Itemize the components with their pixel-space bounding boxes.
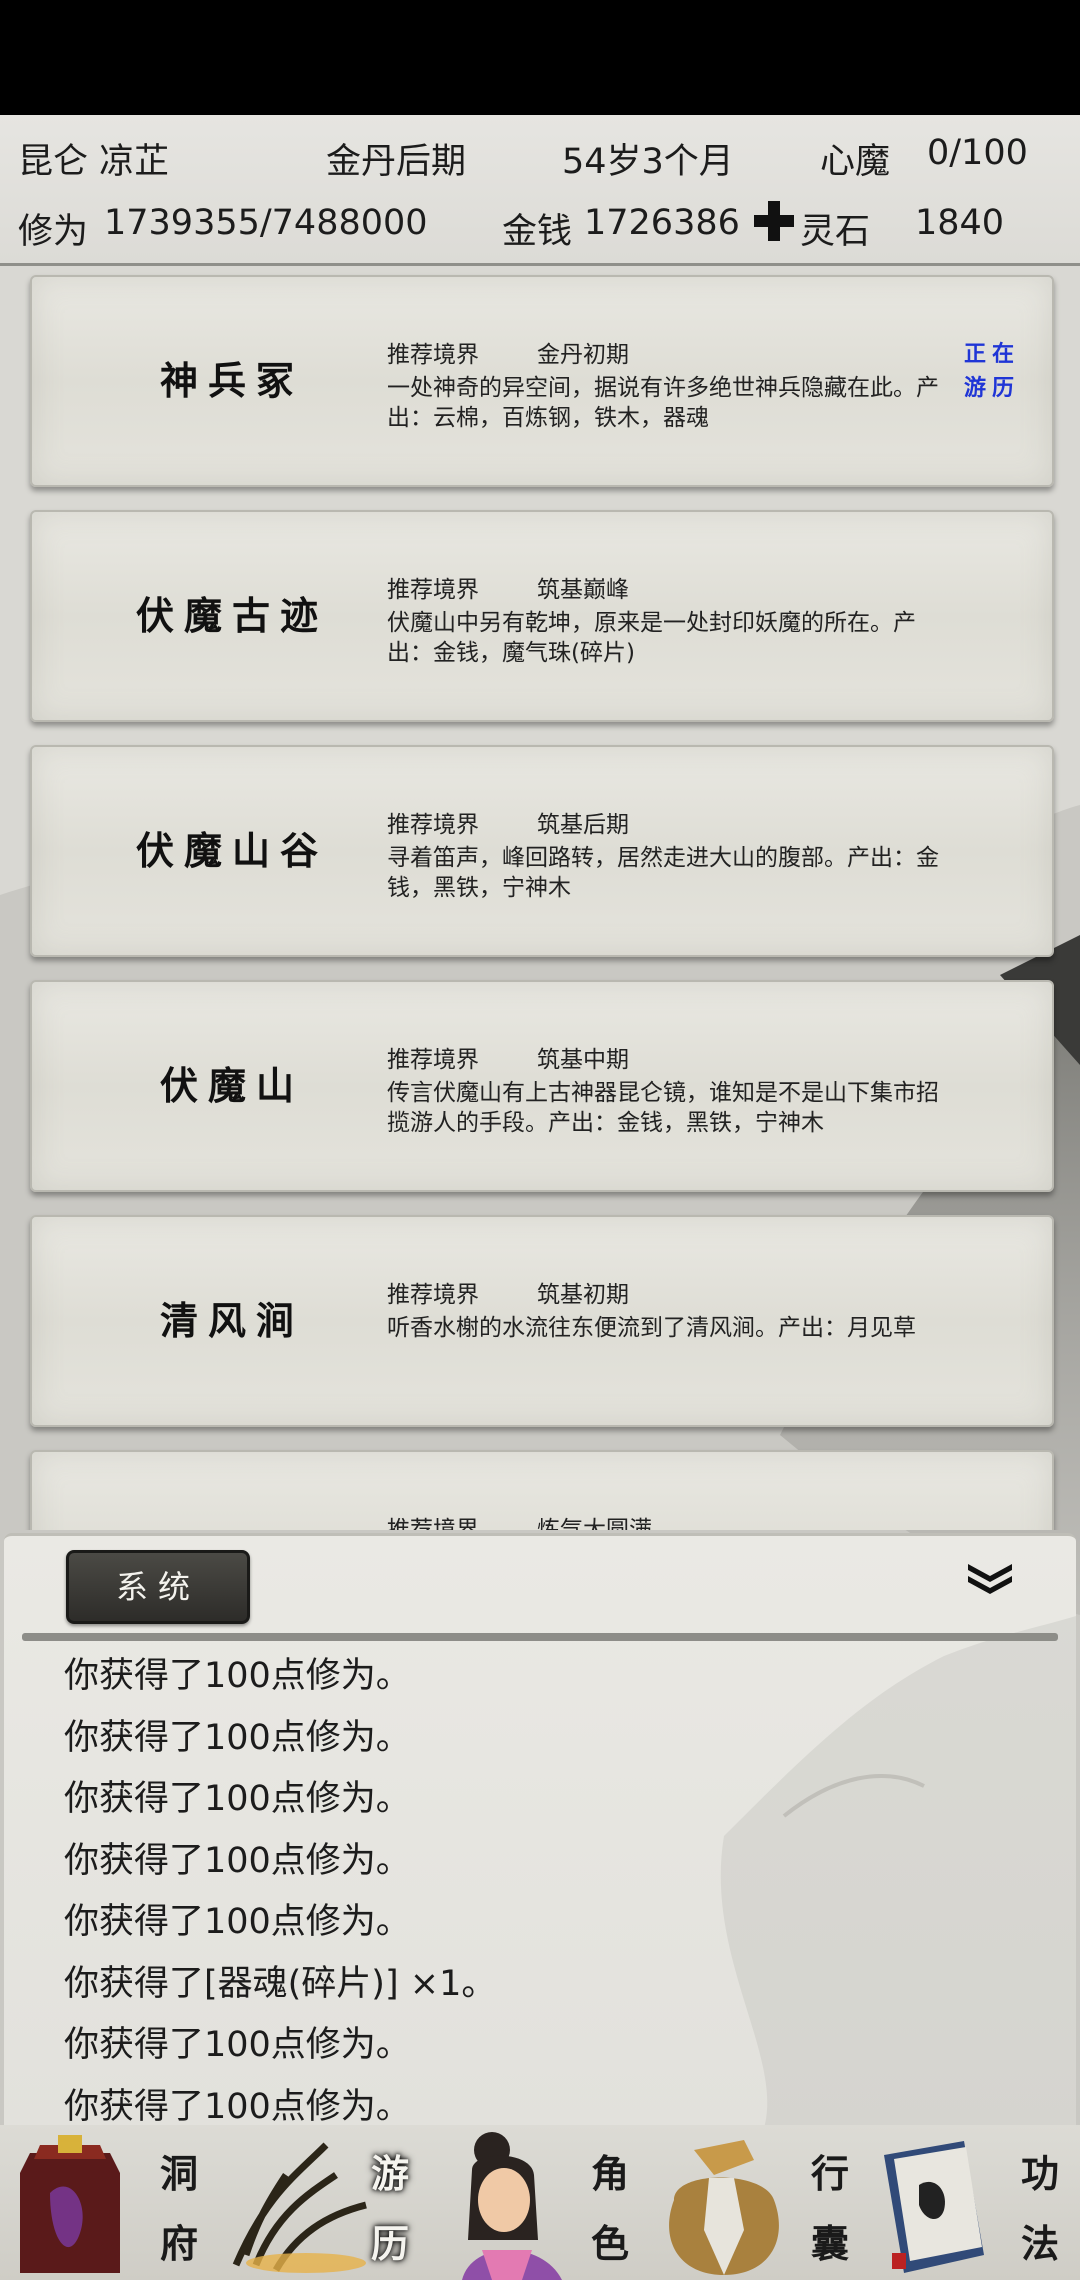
location-name: 伏魔山 <box>159 1063 304 1108</box>
nav-label-bottom: 色 <box>590 2221 629 2266</box>
location-card-fumoshan[interactable]: 伏魔山 推荐境界 筑基中期 传言伏魔山有上古神器昆仑镜，谁知是不是山下集市招揽游人… <box>30 980 1054 1192</box>
cave-mansion-icon <box>20 2135 120 2273</box>
panel-divider <box>22 1633 1058 1641</box>
player-stats-header: 昆仑 凉芷 金丹后期 54岁3个月 心魔 0/100 修为 1739355/74… <box>0 115 1080 266</box>
bottom-navigation: 洞 府 游 历 角 色 行 囊 功 法 <box>0 2125 1080 2280</box>
heart-demon-label: 心魔 <box>820 142 891 182</box>
realm-label: 推荐境界 <box>387 577 479 603</box>
nav-label-top: 角 <box>590 2151 629 2196</box>
cultivation-label: 修为 <box>18 212 89 252</box>
log-entry: 你获得了100点修为。 <box>64 2086 411 2127</box>
tab-system[interactable]: 系统 <box>66 1550 250 1624</box>
sect-and-name: 昆仑 凉芷 <box>18 142 170 182</box>
location-description: 伏魔山中另有乾坤，原来是一处封印妖魔的所在。产出：金钱，魔气珠(碎片) <box>387 610 916 666</box>
nav-skills[interactable]: 功 法 <box>864 2125 1080 2280</box>
location-card-fumoguji[interactable]: 伏魔古迹 推荐境界 筑基巅峰 伏魔山中另有乾坤，原来是一处封印妖魔的所在。产出：金… <box>30 510 1054 722</box>
nav-label-top: 行 <box>810 2151 849 2196</box>
realm-value: 筑基后期 <box>537 812 629 838</box>
location-list: 神兵冢 推荐境界 金丹初期 一处神奇的异空间，据说有许多绝世神兵隐藏在此。产出：云… <box>0 270 1080 1530</box>
nav-bag[interactable]: 行 囊 <box>648 2125 864 2280</box>
nav-travel[interactable]: 游 历 <box>216 2125 432 2280</box>
realm-value: 金丹后期 <box>326 142 467 182</box>
nav-cave-mansion[interactable]: 洞 府 <box>0 2125 216 2280</box>
log-entry: 你获得了100点修为。 <box>64 2025 411 2065</box>
character-portrait-icon <box>462 2132 562 2280</box>
recommended-realm: 推荐境界 筑基中期 <box>387 1040 629 1074</box>
nav-label-top: 洞 <box>159 2151 198 2196</box>
system-log-panel: 系统 你获得了100点修为。 你获得了100点修为。 你获得了100点修为。 你… <box>4 1533 1076 2128</box>
realm-value: 筑基巅峰 <box>537 577 629 603</box>
realm-label: 推荐境界 <box>387 812 479 838</box>
collapse-chevron-icon[interactable] <box>964 1558 1016 1598</box>
realm-label: 推荐境界 <box>387 1517 479 1530</box>
location-name: 伏魔古迹 <box>135 593 328 638</box>
travel-icon <box>232 2142 367 2273</box>
nav-label-bottom: 历 <box>370 2221 409 2266</box>
spirit-stone-value: 1840 <box>915 203 1005 243</box>
cultivation-value: 1739355/7488000 <box>104 203 428 243</box>
location-description: 听香水榭的水流往东便流到了清风涧。产出：月见草 <box>387 1315 916 1341</box>
nav-character[interactable]: 角 色 <box>432 2125 648 2280</box>
log-entry: 你获得了100点修为。 <box>64 1656 411 1696</box>
nav-label-bottom: 法 <box>1020 2221 1059 2266</box>
nav-label-top: 功 <box>1020 2151 1059 2196</box>
recommended-realm: 推荐境界 筑基巅峰 <box>387 570 629 604</box>
heart-demon-value: 0/100 <box>927 133 1028 173</box>
money-label: 金钱 <box>502 212 573 252</box>
location-description: 一处神奇的异空间，据说有许多绝世神兵隐藏在此。产出：云棉，百炼钢，铁木，器魂 <box>387 375 939 431</box>
bag-icon <box>669 2140 779 2275</box>
location-name: 清风涧 <box>159 1298 304 1343</box>
location-name: 伏魔山谷 <box>135 828 328 873</box>
location-name <box>52 1452 412 1530</box>
spirit-stone-label: 灵石 <box>800 212 871 252</box>
location-card-partial[interactable]: 推荐境界 炼气大圆满 <box>30 1450 1054 1530</box>
log-entry: 你获得了[器魂(碎片)] ×1。 <box>64 1963 497 2004</box>
log-entry: 你获得了100点修为。 <box>64 1902 411 1942</box>
location-card-fumoshangu[interactable]: 伏魔山谷 推荐境界 筑基后期 寻着笛声，峰回路转，居然走进大山的腹部。产出：金钱，… <box>30 745 1054 957</box>
skill-book-icon <box>884 2141 984 2273</box>
realm-label: 推荐境界 <box>387 1282 479 1308</box>
money-value: 1726386 <box>584 203 740 243</box>
log-entry: 你获得了100点修为。 <box>64 1779 411 1819</box>
recommended-realm: 推荐境界 炼气大圆满 <box>387 1510 652 1530</box>
location-name: 神兵冢 <box>159 358 304 403</box>
traveling-status: 正在游历 <box>963 341 1020 401</box>
nav-label-bottom: 囊 <box>810 2221 849 2266</box>
location-description: 寻着笛声，峰回路转，居然走进大山的腹部。产出：金钱，黑铁，宁神木 <box>387 845 939 901</box>
nav-label-bottom: 府 <box>159 2221 198 2266</box>
age-value: 54岁3个月 <box>562 142 734 182</box>
realm-value: 筑基中期 <box>537 1047 629 1073</box>
realm-value: 金丹初期 <box>537 342 629 368</box>
realm-value: 炼气大圆满 <box>537 1517 652 1530</box>
location-description: 传言伏魔山有上古神器昆仑镜，谁知是不是山下集市招揽游人的手段。产出：金钱，黑铁，… <box>387 1080 939 1136</box>
realm-label: 推荐境界 <box>387 342 479 368</box>
location-card-qingfengjian[interactable]: 清风涧 推荐境界 筑基初期 听香水榭的水流往东便流到了清风涧。产出：月见草 <box>30 1215 1054 1427</box>
realm-value: 筑基初期 <box>537 1282 629 1308</box>
recommended-realm: 推荐境界 筑基初期 <box>387 1275 629 1309</box>
add-spirit-stone-icon[interactable] <box>752 199 796 243</box>
status-bar <box>0 0 1080 115</box>
log-list[interactable]: 你获得了100点修为。 你获得了100点修为。 你获得了100点修为。 你获得了… <box>64 1646 1044 2128</box>
log-entry: 你获得了100点修为。 <box>64 1717 411 1758</box>
recommended-realm: 推荐境界 金丹初期 <box>387 335 629 369</box>
nav-label-top: 游 <box>370 2151 409 2196</box>
log-entry: 你获得了100点修为。 <box>64 1840 411 1881</box>
recommended-realm: 推荐境界 筑基后期 <box>387 805 629 839</box>
realm-label: 推荐境界 <box>387 1047 479 1073</box>
location-card-shenbingzhong[interactable]: 神兵冢 推荐境界 金丹初期 一处神奇的异空间，据说有许多绝世神兵隐藏在此。产出：云… <box>30 275 1054 487</box>
